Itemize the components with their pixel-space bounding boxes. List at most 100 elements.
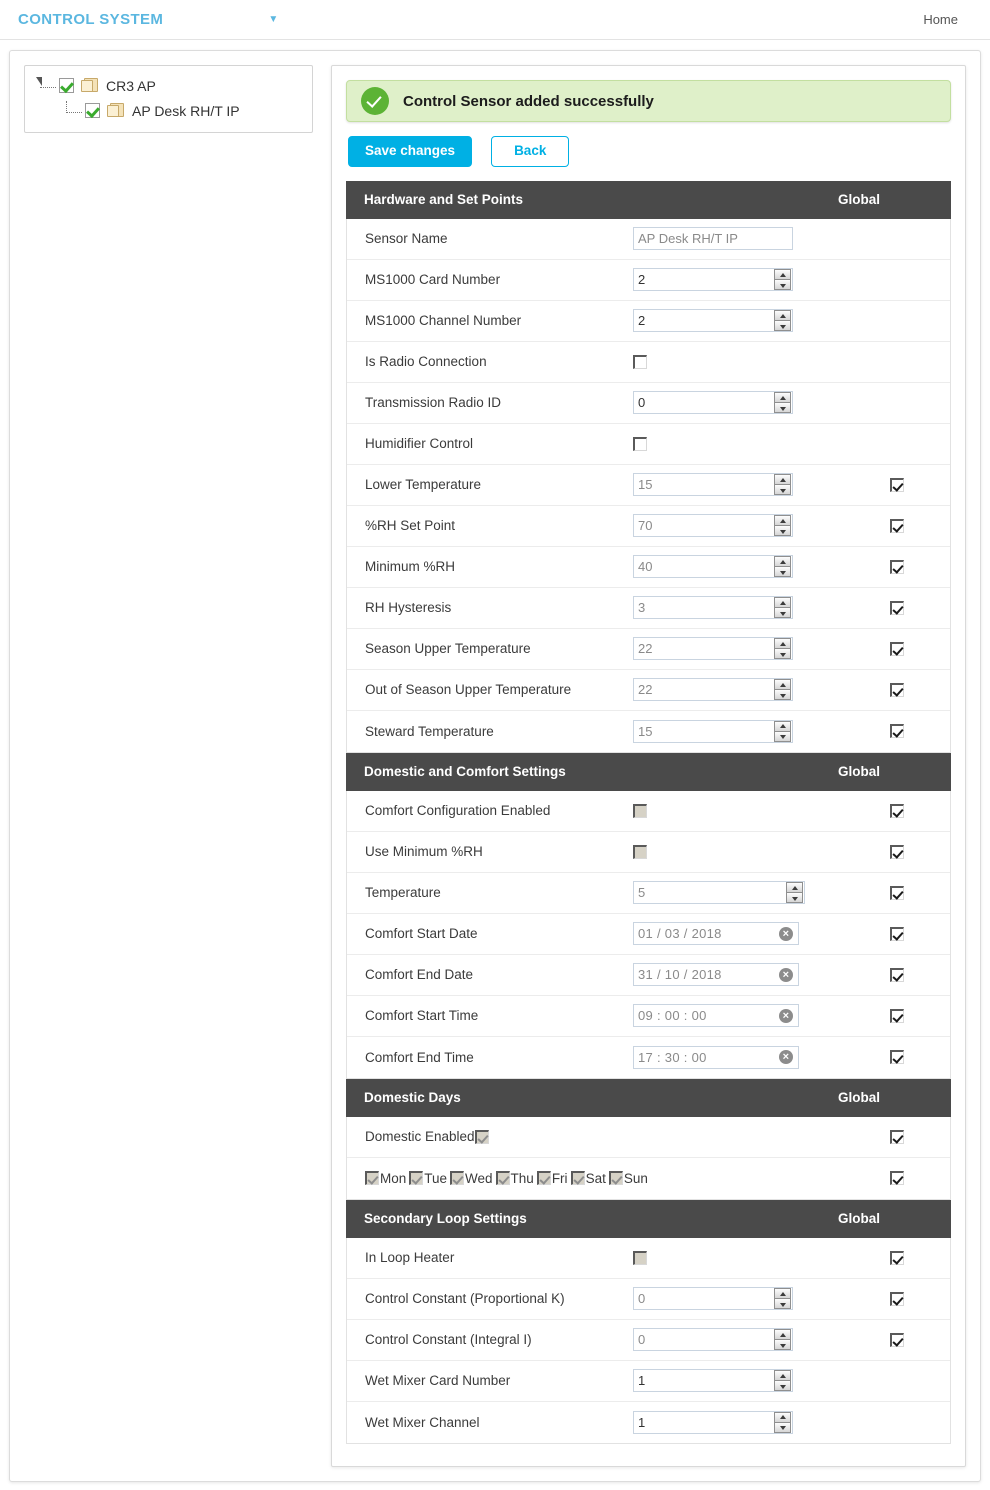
row-checkbox[interactable] [633, 844, 647, 859]
global-checkbox[interactable] [890, 885, 904, 900]
back-button[interactable]: Back [491, 136, 570, 167]
day-checkbox[interactable] [450, 1171, 465, 1186]
number-spinner[interactable] [774, 515, 791, 537]
number-spinner[interactable] [774, 597, 791, 619]
global-checkbox[interactable] [890, 641, 904, 656]
spinner-up-icon[interactable] [774, 638, 791, 650]
tree-node[interactable]: CR3 AP [33, 73, 304, 98]
number-input[interactable]: 40 [633, 555, 793, 579]
day-checkbox-item[interactable]: Wed [450, 1171, 493, 1186]
spinner-down-icon[interactable] [774, 485, 791, 496]
spinner-up-icon[interactable] [774, 1288, 791, 1300]
spinner-up-icon[interactable] [774, 392, 791, 404]
global-checkbox[interactable] [890, 477, 904, 492]
spinner-up-icon[interactable] [786, 882, 803, 894]
global-checkbox[interactable] [890, 1291, 904, 1306]
number-spinner[interactable] [774, 720, 791, 742]
global-checkbox[interactable] [890, 803, 904, 818]
clear-icon[interactable]: × [779, 1008, 793, 1023]
number-input[interactable]: 5 [633, 881, 805, 905]
spinner-down-icon[interactable] [774, 1381, 791, 1392]
brand-dropdown-caret-icon[interactable]: ▼ [268, 14, 278, 25]
number-input[interactable]: 0 [633, 1328, 793, 1352]
number-input[interactable]: 15 [633, 473, 793, 497]
datetime-input[interactable]: 17 : 30 : 00 × [633, 1045, 799, 1069]
spinner-down-icon[interactable] [774, 280, 791, 291]
global-checkbox[interactable] [890, 1129, 904, 1144]
day-checkbox-item[interactable]: Mon [365, 1171, 406, 1186]
spinner-down-icon[interactable] [774, 1299, 791, 1310]
row-checkbox[interactable] [633, 803, 647, 818]
spinner-down-icon[interactable] [774, 526, 791, 537]
global-checkbox[interactable] [890, 1332, 904, 1347]
number-spinner[interactable] [786, 882, 803, 904]
tree-node-checkbox[interactable] [59, 78, 74, 93]
row-checkbox[interactable] [633, 1250, 647, 1265]
global-checkbox[interactable] [890, 967, 904, 982]
global-checkbox[interactable] [890, 1171, 904, 1186]
number-input[interactable]: 15 [633, 719, 793, 743]
spinner-down-icon[interactable] [774, 608, 791, 619]
spinner-down-icon[interactable] [774, 1340, 791, 1351]
spinner-up-icon[interactable] [774, 1329, 791, 1341]
global-checkbox[interactable] [890, 1050, 904, 1065]
number-spinner[interactable] [774, 310, 791, 332]
day-checkbox[interactable] [536, 1171, 551, 1186]
day-checkbox[interactable] [495, 1171, 510, 1186]
spinner-down-icon[interactable] [774, 690, 791, 701]
day-checkbox-item[interactable]: Sun [608, 1171, 648, 1186]
number-input[interactable]: 2 [633, 309, 793, 333]
global-checkbox[interactable] [890, 518, 904, 533]
row-checkbox[interactable] [633, 436, 647, 451]
day-checkbox[interactable] [365, 1171, 379, 1186]
number-spinner[interactable] [774, 1370, 791, 1392]
day-checkbox[interactable] [409, 1171, 424, 1186]
global-checkbox[interactable] [890, 559, 904, 574]
day-checkbox-item[interactable]: Fri [536, 1171, 568, 1186]
spinner-down-icon[interactable] [774, 321, 791, 332]
datetime-input[interactable]: 09 : 00 : 00 × [633, 1004, 799, 1028]
number-input[interactable]: 1 [633, 1369, 793, 1393]
number-input[interactable]: 22 [633, 678, 793, 702]
tree-node-checkbox[interactable] [85, 103, 100, 118]
number-spinner[interactable] [774, 1288, 791, 1310]
number-spinner[interactable] [774, 392, 791, 414]
number-input[interactable]: 2 [633, 268, 793, 292]
global-checkbox[interactable] [890, 1008, 904, 1023]
tree-node[interactable]: AP Desk RH/T IP [33, 98, 304, 123]
number-spinner[interactable] [774, 1329, 791, 1351]
number-input[interactable]: 3 [633, 596, 793, 620]
spinner-up-icon[interactable] [774, 310, 791, 322]
spinner-up-icon[interactable] [774, 1370, 791, 1382]
spinner-down-icon[interactable] [774, 567, 791, 578]
global-checkbox[interactable] [890, 844, 904, 859]
spinner-up-icon[interactable] [774, 679, 791, 691]
spinner-down-icon[interactable] [774, 403, 791, 414]
global-checkbox[interactable] [890, 724, 904, 739]
number-spinner[interactable] [774, 638, 791, 660]
number-spinner[interactable] [774, 1411, 791, 1433]
day-checkbox[interactable] [570, 1171, 585, 1186]
datetime-input[interactable]: 01 / 03 / 2018 × [633, 922, 799, 946]
spinner-down-icon[interactable] [774, 1422, 791, 1433]
spinner-down-icon[interactable] [774, 731, 791, 742]
number-input[interactable]: 0 [633, 391, 793, 415]
spinner-up-icon[interactable] [774, 269, 791, 281]
number-spinner[interactable] [774, 269, 791, 291]
number-input[interactable]: 0 [633, 1287, 793, 1311]
spinner-down-icon[interactable] [786, 893, 803, 904]
global-checkbox[interactable] [890, 1250, 904, 1265]
day-checkbox-item[interactable]: Sat [570, 1171, 606, 1186]
number-input[interactable]: 1 [633, 1410, 793, 1434]
number-input[interactable]: 70 [633, 514, 793, 538]
row-checkbox[interactable] [633, 354, 647, 369]
day-checkbox-item[interactable]: Tue [409, 1171, 447, 1186]
clear-icon[interactable]: × [779, 1050, 793, 1065]
day-checkbox-item[interactable]: Thu [495, 1171, 534, 1186]
spinner-down-icon[interactable] [774, 649, 791, 660]
global-checkbox[interactable] [890, 682, 904, 697]
day-checkbox[interactable] [608, 1171, 623, 1186]
number-spinner[interactable] [774, 474, 791, 496]
number-spinner[interactable] [774, 679, 791, 701]
spinner-up-icon[interactable] [774, 597, 791, 609]
